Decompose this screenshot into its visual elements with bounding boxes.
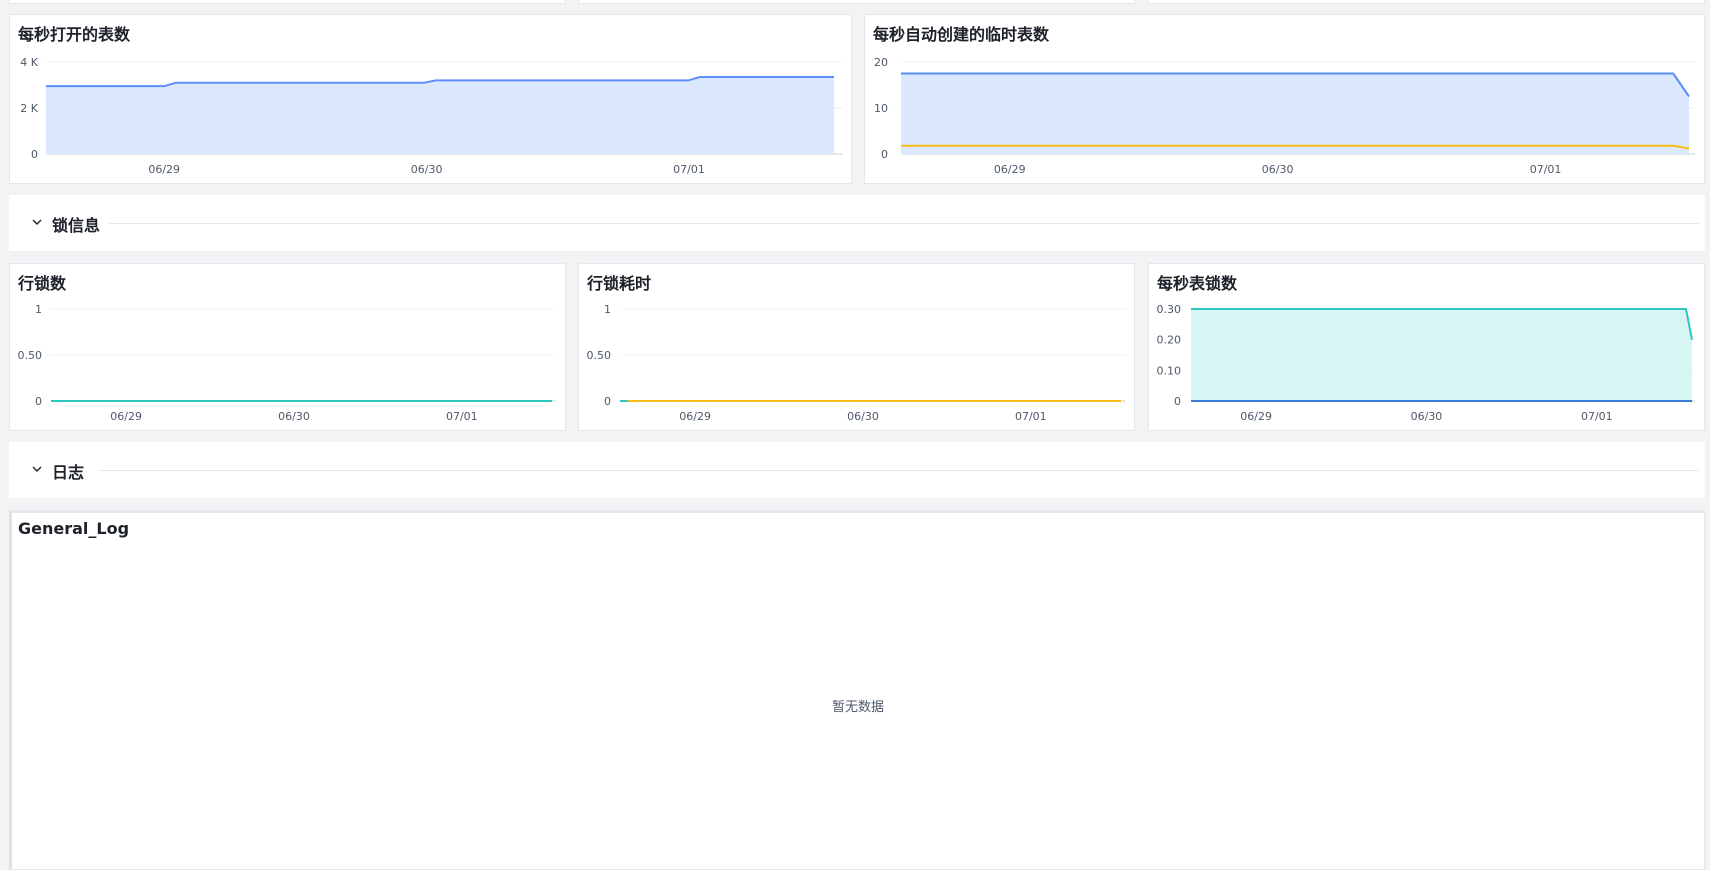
x-tick-label: 06/29 bbox=[994, 163, 1026, 176]
y-tick-label: 10 bbox=[874, 102, 888, 115]
x-tick-label: 06/30 bbox=[278, 410, 310, 423]
y-tick-label: 0.30 bbox=[1157, 303, 1182, 316]
chart-row-locks-card: 行锁数 0 0.50 1 06/29 06/30 07/01 bbox=[9, 263, 566, 431]
y-tick-label: 2 K bbox=[20, 102, 38, 115]
empty-state-text: 暂无数据 bbox=[831, 700, 884, 715]
x-tick-label: 07/01 bbox=[673, 163, 705, 176]
y-tick-label: 0 bbox=[35, 395, 42, 408]
series-area bbox=[1191, 309, 1692, 401]
section-title: 锁信息 bbox=[52, 216, 101, 235]
chart-auto-tmp-tables[interactable]: 0 10 20 06/29 06/30 07/01 bbox=[865, 15, 1706, 185]
x-tick-label: 06/29 bbox=[1240, 410, 1272, 423]
section-divider bbox=[99, 470, 1699, 471]
y-tick-label: 0 bbox=[31, 148, 38, 161]
y-tick-label: 4 K bbox=[20, 56, 38, 69]
x-tick-label: 07/01 bbox=[1530, 163, 1562, 176]
chevron-down-icon[interactable] bbox=[29, 461, 45, 477]
x-tick-label: 06/30 bbox=[411, 163, 443, 176]
section-divider bbox=[109, 223, 1699, 224]
chart-open-tables-card: 每秒打开的表数 02 K4 K 06/29 06/30 07/01 bbox=[9, 14, 852, 184]
chart-auto-tmp-tables-card: 每秒自动创建的临时表数 0 10 20 06/29 06/30 07/01 bbox=[864, 14, 1705, 184]
general-log-title: General_Log bbox=[18, 519, 130, 538]
x-tick-label: 06/29 bbox=[148, 163, 180, 176]
top-card-2 bbox=[578, 0, 1135, 4]
y-tick-label: 1 bbox=[604, 303, 611, 316]
x-tick-label: 06/30 bbox=[1411, 410, 1443, 423]
x-tick-label: 06/29 bbox=[679, 410, 711, 423]
x-tick-label: 06/30 bbox=[847, 410, 879, 423]
chart-table-locks-card: 每秒表锁数 0 0.10 0.20 0.30 06/29 06/30 07/01 bbox=[1148, 263, 1705, 431]
section-title: 日志 bbox=[52, 463, 85, 482]
chart-row-lock-time[interactable]: 0 0.50 1 06/29 06/30 07/01 bbox=[579, 264, 1136, 432]
x-tick-label: 07/01 bbox=[1581, 410, 1613, 423]
x-tick-label: 07/01 bbox=[446, 410, 478, 423]
x-tick-label: 06/30 bbox=[1262, 163, 1294, 176]
x-tick-label: 07/01 bbox=[1015, 410, 1047, 423]
y-tick-label: 0.10 bbox=[1157, 364, 1182, 377]
series-area bbox=[46, 76, 834, 154]
y-tick-label: 20 bbox=[874, 56, 888, 69]
top-card-1 bbox=[9, 0, 566, 4]
top-card-3 bbox=[1148, 0, 1705, 4]
y-tick-label: 0 bbox=[881, 148, 888, 161]
chart-row-lock-time-card: 行锁耗时 0 0.50 1 06/29 06/30 07/01 bbox=[578, 263, 1135, 431]
series-area bbox=[901, 73, 1689, 154]
y-tick-label: 0.20 bbox=[1157, 334, 1182, 347]
general-log-card: General_Log 暂无数据 bbox=[9, 510, 1705, 870]
chart-row-locks[interactable]: 0 0.50 1 06/29 06/30 07/01 bbox=[10, 264, 567, 432]
x-tick-label: 06/29 bbox=[110, 410, 142, 423]
chart-table-locks[interactable]: 0 0.10 0.20 0.30 06/29 06/30 07/01 bbox=[1149, 264, 1706, 432]
y-tick-label: 0 bbox=[604, 395, 611, 408]
chevron-down-icon[interactable] bbox=[29, 214, 45, 230]
section-logs[interactable]: 日志 bbox=[9, 442, 1705, 498]
y-tick-label: 0.50 bbox=[587, 349, 612, 362]
y-tick-label: 0.50 bbox=[18, 349, 43, 362]
section-lock-info[interactable]: 锁信息 bbox=[9, 195, 1705, 251]
y-tick-label: 1 bbox=[35, 303, 42, 316]
y-tick-label: 0 bbox=[1174, 395, 1181, 408]
chart-open-tables[interactable]: 0 2 K 4 K 06/29 06/30 07/01 bbox=[10, 15, 853, 185]
